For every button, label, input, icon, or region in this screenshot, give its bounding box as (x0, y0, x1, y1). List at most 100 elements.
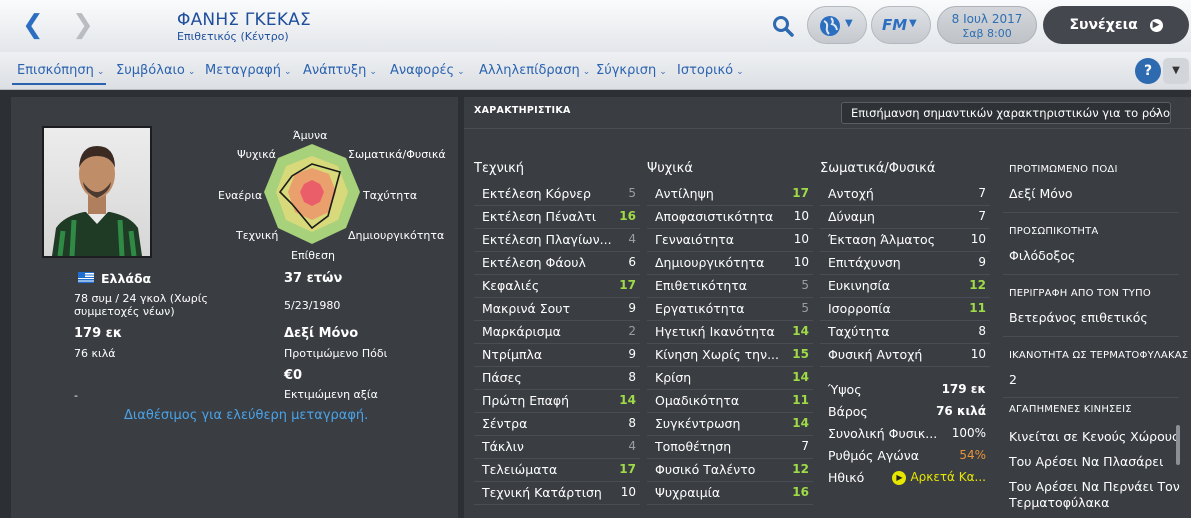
attribute-row[interactable]: Τεχνική Κατάρτιση 10 (474, 481, 640, 504)
chevron-down-icon: ▼ (909, 18, 917, 29)
attribute-row[interactable]: Μακρινά Σουτ 9 (474, 297, 640, 320)
stat-value: Αρκετά Κα... (910, 470, 986, 484)
availability-status[interactable]: Διαθέσιμος για ελεύθερη μεταγραφή. (124, 408, 368, 423)
player-photo (42, 126, 152, 258)
attribute-name: Εκτέλεση Φάουλ (482, 255, 586, 270)
globe-menu-button[interactable]: ▼ (807, 6, 867, 44)
attribute-row[interactable]: Πρώτη Επαφή 14 (474, 389, 640, 412)
radar-label-speed: Ταχύτητα (363, 189, 418, 202)
help-button[interactable]: ? (1135, 58, 1161, 84)
attribute-row[interactable]: Εργατικότητα 5 (647, 297, 813, 320)
attribute-row[interactable]: Εκτέλεση Φάουλ 6 (474, 251, 640, 274)
attribute-row[interactable]: Επιθετικότητα 5 (647, 274, 813, 297)
forward-arrow-icon[interactable]: ❯ (72, 12, 94, 38)
attribute-row[interactable]: Σέντρα 8 (474, 412, 640, 435)
attribute-row[interactable]: Φυσική Αντοχή 10 (820, 343, 990, 366)
radar-label-defending: Άμυνα (293, 129, 328, 142)
attribute-row[interactable]: Ηγετική Ικανότητα 14 (647, 320, 813, 343)
attribute-row[interactable]: Συγκέντρωση 14 (647, 412, 813, 435)
attribute-value: 15 (792, 347, 809, 361)
highlight-role-attributes-select[interactable]: Επισήμανση σημαντικών χαρακτηριστικών γι… (841, 102, 1171, 124)
attribute-name: Τελειώματα (482, 462, 558, 477)
attribute-row[interactable]: Δημιουργικότητα 10 (647, 251, 813, 274)
attribute-row[interactable]: Ευκινησία 12 (820, 274, 990, 297)
chevron-down-icon: ⌄ (96, 67, 105, 77)
game-date[interactable]: 8 Ιουλ 2017 Σαβ 8:00 (937, 6, 1037, 44)
scrollbar[interactable] (1176, 425, 1180, 465)
attribute-row[interactable]: Αποφασιστικότητα 10 (647, 205, 813, 228)
radar-label-attacking: Επίθεση (291, 249, 335, 262)
tab-contract[interactable]: Συμβόλαιο ⌄ (116, 63, 195, 78)
physical-stat-row[interactable]: Ρυθμός Αγώνα 54% (820, 444, 990, 467)
attribute-name: Τοποθέτηση (655, 439, 732, 454)
attribute-row[interactable]: Αντίληψη 17 (647, 182, 813, 205)
physical-stat-row[interactable]: Βάρος 76 κιλά (820, 400, 990, 423)
nationality[interactable]: Ελλάδα (101, 271, 151, 286)
tab-history[interactable]: Ιστορικό ⌄ (677, 63, 744, 78)
search-icon[interactable] (772, 15, 794, 37)
attribute-value: 17 (619, 462, 636, 476)
attribute-row[interactable]: Εκτέλεση Πέναλτι 16 (474, 205, 640, 228)
divider (1003, 397, 1179, 398)
attribute-row[interactable]: Πάσες 8 (474, 366, 640, 389)
attribute-row[interactable]: Κρίση 14 (647, 366, 813, 389)
attribute-row[interactable]: Εκτέλεση Κόρνερ 5 (474, 182, 640, 205)
attribute-row[interactable]: Κίνηση Χωρίς την... 15 (647, 343, 813, 366)
date-of-birth: 5/23/1980 (284, 299, 341, 312)
attribute-name: Έκταση Άλματος (828, 232, 936, 247)
attribute-row[interactable]: Γενναιότητα 10 (647, 228, 813, 251)
stat-name: Ύψος (828, 382, 862, 397)
attribute-row[interactable]: Αντοχή 7 (820, 182, 990, 205)
tab-reports[interactable]: Αναφορές ⌄ (390, 63, 465, 78)
favourite-move: Του Αρέσει Να Περνάει Τον (1009, 479, 1180, 494)
attributes-section-title: ΧΑΡΑΚΤΗΡΙΣΤΙΚΑ (474, 105, 571, 116)
attribute-row[interactable]: Επιτάχυνση 9 (820, 251, 990, 274)
tab-comparison[interactable]: Σύγκριση ⌄ (596, 63, 667, 78)
attribute-value: 10 (620, 485, 636, 499)
attribute-row[interactable]: Μαρκάρισμα 2 (474, 320, 640, 343)
back-arrow-icon[interactable]: ❮ (22, 12, 44, 38)
continue-button[interactable]: Συνέχεια ▶ (1043, 6, 1189, 44)
tab-overview[interactable]: Επισκόπηση ⌄ (17, 63, 104, 78)
attribute-row[interactable]: Εκτέλεση Πλαγίων... 4 (474, 228, 640, 251)
attribute-row[interactable]: Ταχύτητα 8 (820, 320, 990, 343)
radar-label-physical: Σωματικά/Φυσικά (348, 148, 446, 161)
attribute-row[interactable]: Ντρίμπλα 9 (474, 343, 640, 366)
attribute-name: Αντοχή (828, 186, 874, 201)
attribute-row[interactable]: Δύναμη 7 (820, 205, 990, 228)
attribute-value: 7 (978, 209, 986, 223)
continue-label: Συνέχεια (1069, 17, 1138, 33)
attribute-value: 14 (792, 416, 809, 430)
row-divider (820, 366, 990, 367)
chevron-down-icon: ⌄ (736, 67, 744, 77)
player-age: 37 ετών (284, 271, 343, 286)
chevron-down-icon: ▼ (845, 18, 853, 29)
attribute-row[interactable]: Τοποθέτηση 7 (647, 435, 813, 458)
attribute-row[interactable]: Ομαδικότητα 11 (647, 389, 813, 412)
international-caps: 78 συμ / 24 γκολ (Χωρίς συμμετοχές νέων) (74, 292, 208, 318)
attribute-value: 8 (978, 324, 986, 338)
personality[interactable]: Φιλόδοξος (1009, 248, 1075, 263)
physical-stat-row[interactable]: Ηθικό ▶ Αρκετά Κα... (820, 466, 990, 489)
attribute-name: Ταχύτητα (828, 324, 890, 339)
radar-label-technique: Τεχνική (236, 229, 279, 242)
physical-stat-row[interactable]: Συνολική Φυσικ... 100% (820, 422, 990, 445)
attribute-row[interactable]: Φυσικό Ταλέντο 12 (647, 458, 813, 481)
tab-interaction[interactable]: Αλληλεπίδραση ⌄ (479, 63, 590, 78)
attribute-name: Μακρινά Σουτ (482, 301, 571, 316)
attribute-value: 9 (978, 255, 986, 269)
attribute-row[interactable]: Τελειώματα 17 (474, 458, 640, 481)
attribute-row[interactable]: Ψυχραιμία 16 (647, 481, 813, 504)
tab-transfer[interactable]: Μεταγραφή ⌄ (205, 63, 292, 78)
chevron-down-icon[interactable]: ▼ (1163, 58, 1189, 84)
attribute-row[interactable]: Κεφαλιές 17 (474, 274, 640, 297)
physical-stat-row[interactable]: Ύψος 179 εκ (820, 378, 990, 401)
attribute-row[interactable]: Έκταση Άλματος 10 (820, 228, 990, 251)
tab-development[interactable]: Ανάπτυξη ⌄ (303, 63, 377, 78)
fm-menu-button[interactable]: FM ▼ (871, 6, 931, 44)
attribute-value: 11 (792, 393, 809, 407)
attribute-row[interactable]: Ισορροπία 11 (820, 297, 990, 320)
attribute-value: 7 (801, 439, 809, 453)
attribute-name: Αντίληψη (655, 186, 714, 201)
attribute-row[interactable]: Τάκλιν 4 (474, 435, 640, 458)
